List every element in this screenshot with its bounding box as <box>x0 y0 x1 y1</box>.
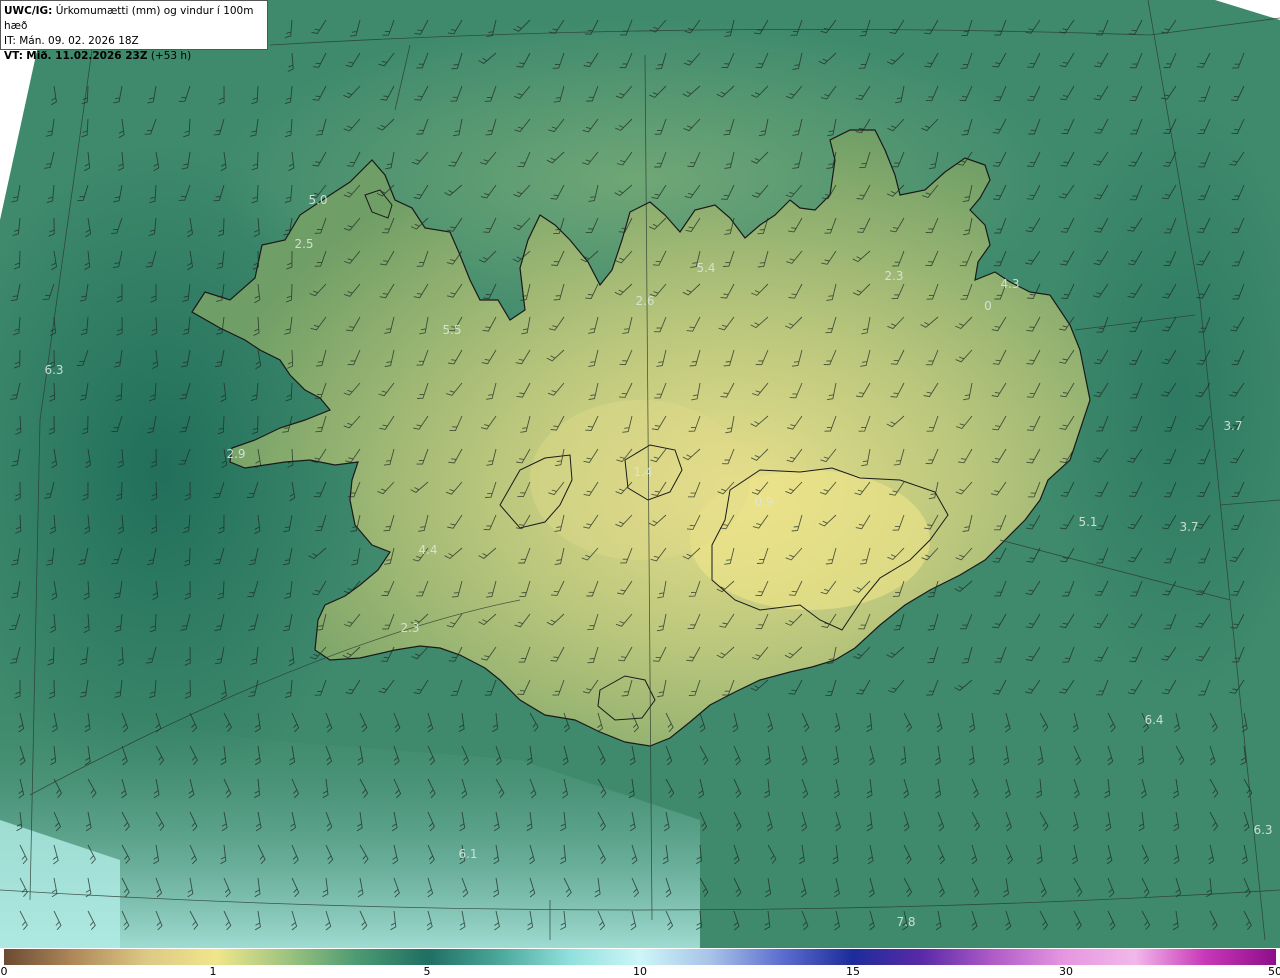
map-value-label: 2.6 <box>635 294 654 308</box>
map-value-label: 5.1 <box>1078 515 1097 529</box>
map-value-label: 0 <box>984 299 992 313</box>
colorbar-tick-6: 50 <box>1268 965 1280 978</box>
map-value-label: 6.3 <box>1253 823 1272 837</box>
map-value-label: 6.3 <box>44 363 63 377</box>
colorbar-legend: 0 1 5 10 15 30 50 <box>0 948 1280 978</box>
lead-time: (+53 h) <box>150 50 192 62</box>
map-value-label: 3.7 <box>1179 520 1198 534</box>
colorbar-tick-1: 1 <box>209 965 217 978</box>
map-value-label: 2.3 <box>884 269 903 283</box>
map-value-label: 7.8 <box>896 915 915 929</box>
header-info-box: UWC/IG: Úrkomumætti (mm) og vindur í 100… <box>0 0 268 62</box>
map-value-label: 2.3 <box>400 621 419 635</box>
map-value-label: 0.9 <box>754 495 773 509</box>
colorbar-tick-3: 10 <box>633 965 647 978</box>
valid-time: Mið. 11.02.2026 23Z <box>26 50 148 62</box>
map-value-label: 5.0 <box>308 193 327 207</box>
valid-label: VT: <box>4 50 23 62</box>
map-frame[interactable]: 5.0 2.5 5.4 2.3 2.6 4.3 0 5.5 6.3 3.7 2.9 1.4 0.9 5.1… <box>0 0 1280 948</box>
map-value-label: 5.5 <box>442 323 461 337</box>
map-value-label: 2.9 <box>226 447 245 461</box>
model-name: UWC/IG: <box>4 5 53 17</box>
init-time: IT: Mán. 09. 02. 2026 18Z <box>4 35 139 47</box>
forecast-map[interactable]: 5.0 2.5 5.4 2.3 2.6 4.3 0 5.5 6.3 3.7 2.9 1.4 0.9 5.1… <box>0 0 1280 948</box>
map-value-label: 3.7 <box>1223 419 1242 433</box>
colorbar-tick-5: 30 <box>1059 965 1073 978</box>
map-value-label: 6.4 <box>1144 713 1163 727</box>
map-value-label: 2.5 <box>294 237 313 251</box>
map-value-label: 4.4 <box>418 543 437 557</box>
colorbar-tick-2: 5 <box>423 965 431 978</box>
map-value-label: 1.4 <box>633 465 652 479</box>
colorbar-tick-0: 0 <box>0 965 8 978</box>
map-value-label: 6.1 <box>458 847 477 861</box>
map-value-label: 5.4 <box>696 261 715 275</box>
colorbar <box>4 949 1276 965</box>
map-value-label: 4.3 <box>1000 277 1019 291</box>
colorbar-tick-4: 15 <box>846 965 860 978</box>
